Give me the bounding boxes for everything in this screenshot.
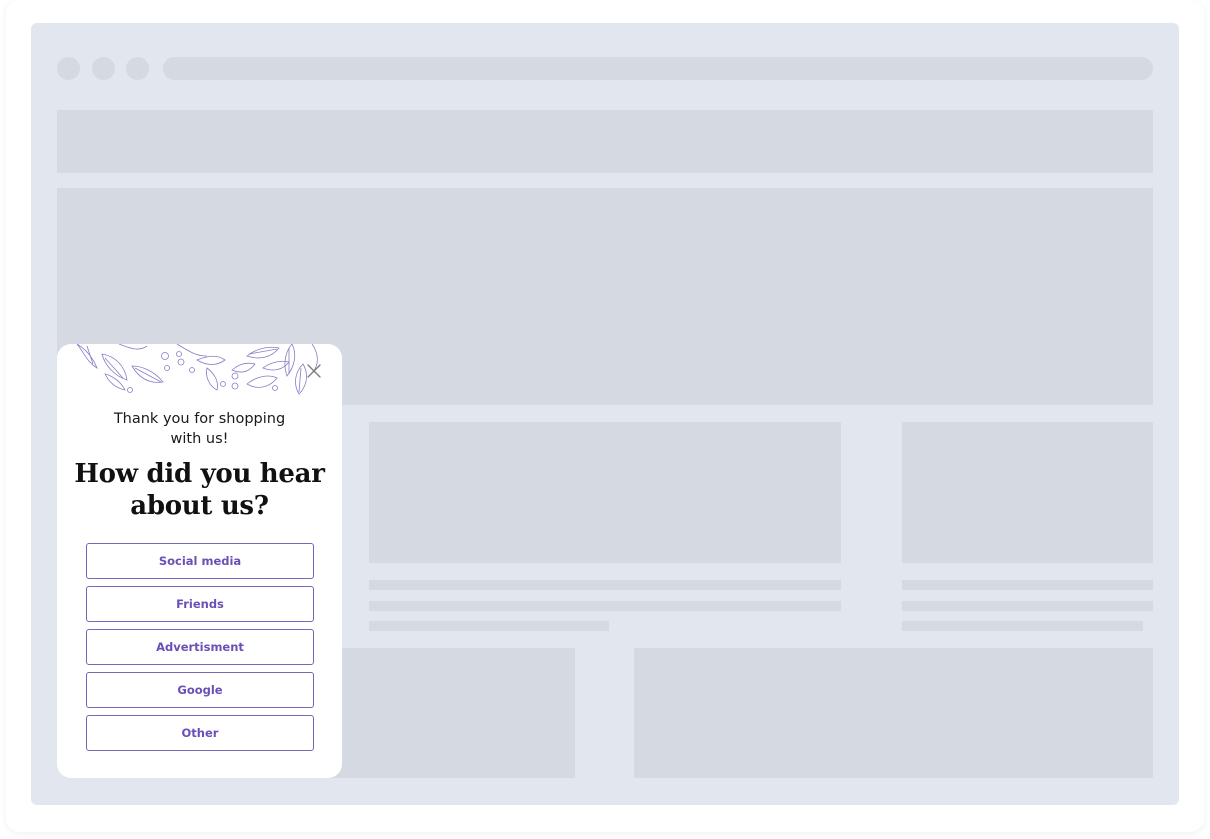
- option-friends-button[interactable]: Friends: [86, 586, 314, 622]
- floral-decoration-icon: [76, 344, 318, 395]
- survey-popup: Thank you for shopping with us! How did …: [57, 344, 342, 778]
- card-image-placeholder: [369, 422, 841, 563]
- subtitle-line: Thank you for shopping: [113, 411, 286, 427]
- text-line-placeholder: [369, 601, 841, 611]
- window-dot-maximize: [126, 57, 149, 80]
- popup-subtitle: Thank you for shopping with us!: [57, 409, 342, 449]
- heading-line: How did you hear: [74, 459, 325, 489]
- option-advertisment-button[interactable]: Advertisment: [86, 629, 314, 665]
- text-line-placeholder: [902, 580, 1153, 590]
- heading-line: about us?: [130, 491, 269, 521]
- close-icon[interactable]: [306, 363, 322, 379]
- survey-options: Social media Friends Advertisment Google…: [86, 543, 314, 758]
- option-google-button[interactable]: Google: [86, 672, 314, 708]
- subtitle-line: with us!: [170, 431, 229, 447]
- text-line-placeholder: [902, 601, 1153, 611]
- text-line-placeholder: [369, 580, 841, 590]
- url-bar-placeholder: [163, 57, 1153, 80]
- window-dot-close: [57, 57, 80, 80]
- footer-card-placeholder: [634, 648, 1153, 778]
- window-dot-minimize: [92, 57, 115, 80]
- text-line-placeholder: [369, 621, 609, 631]
- popup-heading: How did you hear about us?: [57, 458, 342, 522]
- card-image-placeholder: [902, 422, 1153, 563]
- header-placeholder: [57, 110, 1153, 173]
- option-other-button[interactable]: Other: [86, 715, 314, 751]
- text-line-placeholder: [902, 621, 1143, 631]
- option-social-media-button[interactable]: Social media: [86, 543, 314, 579]
